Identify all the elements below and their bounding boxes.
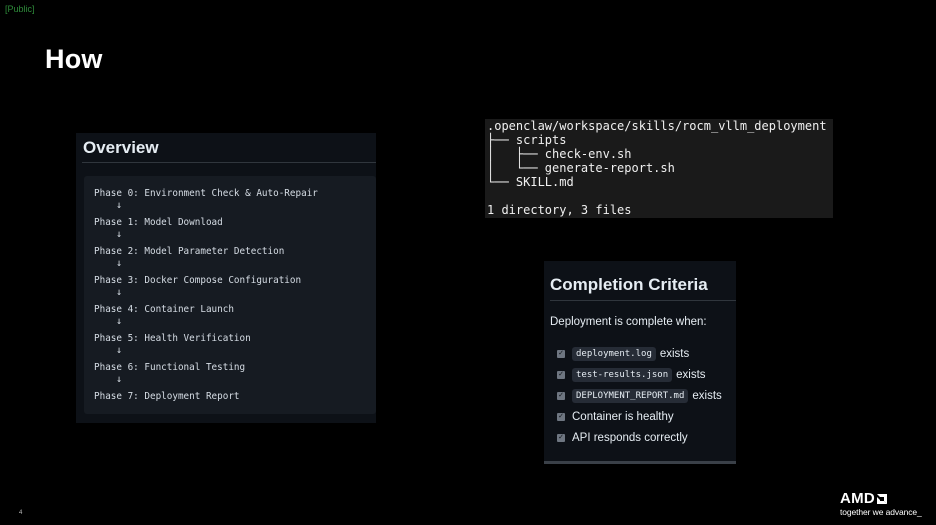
checkbox-checked-icon: ✓ xyxy=(557,349,565,358)
down-arrow-icon: ↓ xyxy=(116,316,123,327)
down-arrow-icon: ↓ xyxy=(116,345,123,356)
panel-scrollbar xyxy=(544,461,736,464)
criteria-text: Container is healthy xyxy=(572,410,674,423)
phase-label: Phase 3: Docker Compose Configuration xyxy=(94,275,302,286)
file-code: test-results.json xyxy=(572,367,673,382)
tree-summary: 1 directory, 3 files xyxy=(487,203,632,217)
phase-item: Phase 0: Environment Check & Auto-Repair… xyxy=(94,188,318,217)
phase-item: Phase 7: Deployment Report xyxy=(94,391,318,420)
tree-line-generate-report: │ └── generate-report.sh xyxy=(487,161,675,175)
classification-label: [Public] xyxy=(5,4,35,14)
phase-item: Phase 4: Container Launch ↓ xyxy=(94,304,318,333)
phase-label: Phase 5: Health Verification xyxy=(94,333,251,344)
overview-divider xyxy=(82,162,376,163)
phase-label: Phase 4: Container Launch xyxy=(94,304,234,315)
criteria-text: exists xyxy=(659,347,690,360)
criteria-item: ✓ deployment.log exists xyxy=(557,343,722,364)
down-arrow-icon: ↓ xyxy=(116,200,123,211)
criteria-intro: Deployment is complete when: xyxy=(550,316,707,328)
checkbox-checked-icon: ✓ xyxy=(557,391,565,400)
file-code: DEPLOYMENT_REPORT.md xyxy=(572,388,689,403)
down-arrow-icon: ↓ xyxy=(116,287,123,298)
page-number: 4 xyxy=(19,510,23,516)
tree-line-scripts: ├── scripts xyxy=(487,133,567,147)
criteria-item: ✓ test-results.json exists xyxy=(557,364,722,385)
amd-arrow-icon xyxy=(877,493,888,504)
brand-tagline: together we advance_ xyxy=(840,507,922,517)
criteria-item: ✓ DEPLOYMENT_REPORT.md exists xyxy=(557,385,722,406)
phase-item: Phase 1: Model Download ↓ xyxy=(94,217,318,246)
slide-title: How xyxy=(45,44,103,74)
phase-label: Phase 6: Functional Testing xyxy=(94,362,246,373)
overview-heading: Overview xyxy=(83,138,159,157)
phase-label: Phase 7: Deployment Report xyxy=(94,391,240,402)
tree-root-path: .openclaw/workspace/skills/rocm_vllm_dep… xyxy=(487,119,827,133)
criteria-item: ✓ Container is healthy xyxy=(557,406,722,427)
phase-item: Phase 3: Docker Compose Configuration ↓ xyxy=(94,275,318,304)
down-arrow-icon: ↓ xyxy=(116,374,123,385)
checkbox-checked-icon: ✓ xyxy=(557,370,565,379)
criteria-text: exists xyxy=(676,368,706,381)
criteria-item: ✓ API responds correctly xyxy=(557,427,722,448)
criteria-divider xyxy=(550,300,736,301)
file-code: deployment.log xyxy=(572,346,656,361)
phase-item: Phase 2: Model Parameter Detection ↓ xyxy=(94,246,318,275)
phase-list: Phase 0: Environment Check & Auto-Repair… xyxy=(94,188,318,420)
criteria-list: ✓ deployment.log exists ✓ test-results.j… xyxy=(557,343,722,448)
phase-label: Phase 1: Model Download xyxy=(94,217,223,228)
criteria-text: API responds correctly xyxy=(572,431,688,444)
completion-criteria-panel: Completion Criteria Deployment is comple… xyxy=(544,261,736,464)
tree-line-check-env: │ ├── check-env.sh xyxy=(487,147,632,161)
amd-logo: AMD together we advance_ xyxy=(840,490,922,517)
checkbox-checked-icon: ✓ xyxy=(557,412,565,421)
phase-item: Phase 5: Health Verification ↓ xyxy=(94,333,318,362)
criteria-heading: Completion Criteria xyxy=(550,275,708,294)
phase-label: Phase 0: Environment Check & Auto-Repair xyxy=(94,188,318,199)
tree-line-skill: └── SKILL.md xyxy=(487,175,574,189)
down-arrow-icon: ↓ xyxy=(116,258,123,269)
phase-item: Phase 6: Functional Testing ↓ xyxy=(94,362,318,391)
brand-wordmark: AMD xyxy=(840,490,876,507)
phase-label: Phase 2: Model Parameter Detection xyxy=(94,246,285,257)
criteria-text: exists xyxy=(692,389,722,402)
directory-tree-terminal: .openclaw/workspace/skills/rocm_vllm_dep… xyxy=(485,119,833,218)
down-arrow-icon: ↓ xyxy=(116,229,123,240)
checkbox-checked-icon: ✓ xyxy=(557,433,565,442)
overview-panel: Overview Phase 0: Environment Check & Au… xyxy=(76,133,376,423)
